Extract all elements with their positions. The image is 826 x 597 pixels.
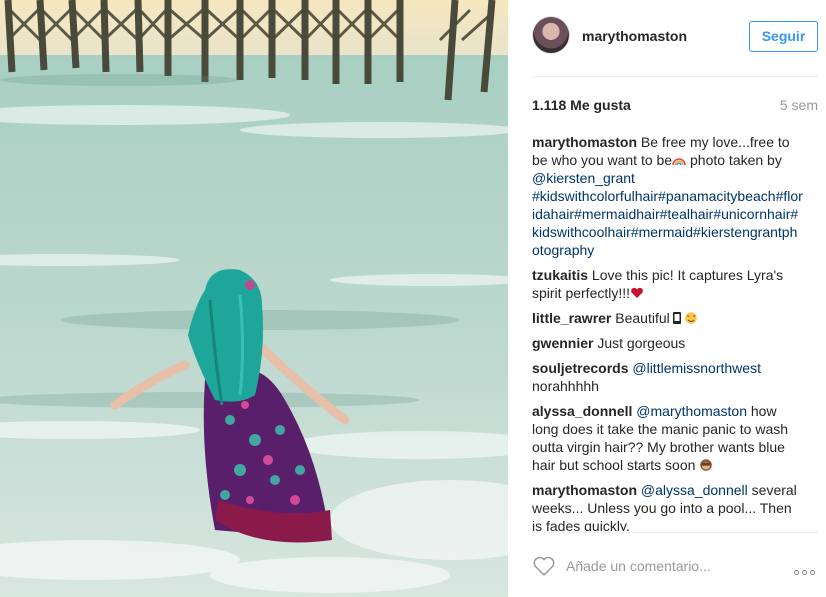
- beach-scene: [0, 0, 508, 597]
- post-photo[interactable]: [0, 0, 508, 597]
- ellipsis-icon[interactable]: [794, 562, 820, 575]
- heart-icon[interactable]: [532, 555, 556, 577]
- comment-username[interactable]: marythomaston: [532, 134, 637, 150]
- comment-bar: [532, 552, 820, 580]
- author-username[interactable]: marythomaston: [582, 28, 687, 44]
- see-no-evil-monkey-icon: [700, 459, 713, 471]
- rainbow-icon: [672, 158, 686, 166]
- footer-divider: [532, 532, 818, 533]
- post-age[interactable]: 5 sem: [780, 97, 818, 113]
- likes-count[interactable]: 1.118 Me gusta: [532, 97, 631, 113]
- header-divider: [532, 76, 818, 77]
- comment: marythomaston @alyssa_donnell several we…: [532, 481, 804, 531]
- post-header: marythomaston Seguir: [532, 14, 822, 62]
- comment: tzukaitis Love this pic! It captures Lyr…: [532, 266, 804, 302]
- post-side-panel: marythomaston Seguir 1.118 Me gusta 5 se…: [508, 0, 826, 597]
- heart-eyes-icon: [684, 312, 697, 324]
- avatar[interactable]: [532, 16, 570, 54]
- comment: alyssa_donnell @marythomaston how long d…: [532, 402, 804, 474]
- phone-icon: [672, 312, 681, 324]
- comment-text: norahhhhh: [532, 378, 599, 394]
- comment-username[interactable]: marythomaston: [532, 482, 637, 498]
- comment-mention[interactable]: @alyssa_donnell: [641, 482, 748, 498]
- follow-button[interactable]: Seguir: [749, 21, 818, 52]
- comment-mention[interactable]: @littlemissnorthwest: [632, 360, 761, 376]
- comment-text: Beautiful: [615, 310, 670, 326]
- comment: little_rawrer Beautiful: [532, 309, 804, 327]
- comment-username[interactable]: little_rawrer: [532, 310, 611, 326]
- caption: marythomaston Be free my love...free to …: [532, 133, 804, 259]
- comment-mention[interactable]: @marythomaston: [636, 403, 747, 419]
- comment-username[interactable]: souljetrecords: [532, 360, 628, 376]
- comment-username[interactable]: tzukaitis: [532, 267, 588, 283]
- red-heart-icon: [631, 287, 643, 298]
- comment: gwennier Just gorgeous: [532, 334, 804, 352]
- caption-hashtags[interactable]: #kidswithcolorfulhair#panamacitybeach#fl…: [532, 188, 803, 258]
- comment-username[interactable]: gwennier: [532, 335, 593, 351]
- comment-input[interactable]: [566, 552, 776, 580]
- comment-text: Just gorgeous: [597, 335, 686, 351]
- comment-username[interactable]: alyssa_donnell: [532, 403, 632, 419]
- caption-text-2: photo taken by: [686, 152, 782, 168]
- comments-list[interactable]: marythomaston Be free my love...free to …: [532, 133, 804, 531]
- comment: souljetrecords @littlemissnorthwest nora…: [532, 359, 804, 395]
- caption-mention[interactable]: @kiersten_grant: [532, 170, 635, 186]
